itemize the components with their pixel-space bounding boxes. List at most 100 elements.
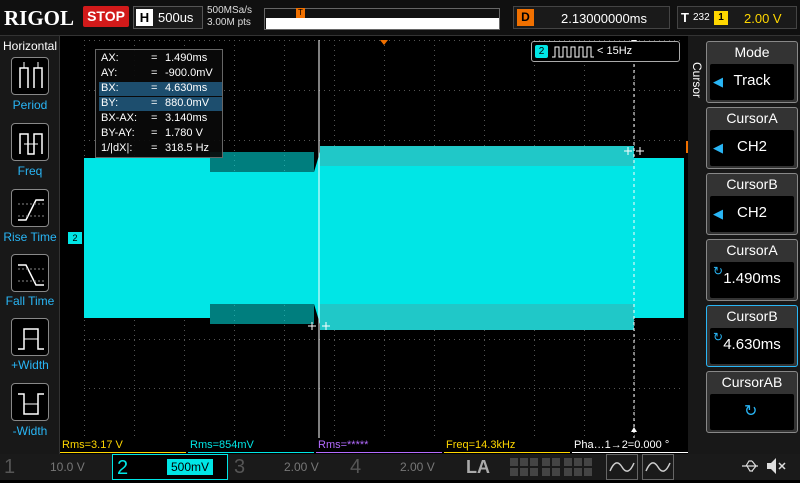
freq-button[interactable]	[11, 123, 49, 161]
knob-icon: ↻	[744, 403, 758, 420]
period-icon	[19, 62, 43, 88]
mode-button[interactable]: Mode ◀ Track	[706, 41, 798, 103]
pos-width-button[interactable]	[11, 318, 49, 356]
cursor-ab-button[interactable]: CursorAB ↻	[706, 371, 798, 433]
usb-glyph	[742, 460, 758, 472]
cursor-a-source-box: ◀ CH2	[710, 130, 794, 166]
panel-title: Horizontal	[2, 39, 58, 53]
sample-rate: 500MSa/s	[207, 5, 253, 16]
cursor-b-source-title: CursorB	[726, 176, 778, 192]
cursor-ab-box: ↻	[710, 394, 794, 430]
counter-channel-badge: 2	[535, 45, 548, 58]
mode-value-box: ◀ Track	[710, 64, 794, 100]
cursor-a-position-value: 1.490ms	[723, 270, 781, 287]
cursor-row-ay: AY: = -900.0mV	[101, 67, 213, 79]
cursor-b-position-button[interactable]: CursorB ↻ 4.630ms	[706, 305, 798, 367]
fall-time-button[interactable]	[11, 254, 49, 292]
trigger-time-marker	[380, 40, 388, 45]
cursor-row-dy: BY-AY: = 1.780 V	[101, 127, 203, 139]
ch2-waveform	[84, 146, 684, 330]
channel-4-scale: 2.00 V	[400, 460, 435, 474]
neg-width-icon	[18, 393, 44, 415]
channel-2-tab[interactable]: 2 500mV	[112, 454, 228, 480]
cursor-b-source-box: ◀ CH2	[710, 196, 794, 232]
freq-icon	[19, 133, 43, 155]
timebase-indicator[interactable]: H 500us	[133, 6, 203, 29]
mute-icon[interactable]	[764, 454, 788, 480]
menu-title: Cursor	[690, 62, 704, 99]
channel-4-tab[interactable]: 4 2.00 V	[346, 454, 456, 480]
mode-title: Mode	[734, 44, 770, 60]
channel-3-scale: 2.00 V	[284, 460, 319, 474]
measure-ch2-rms[interactable]: Rms=854mV	[188, 438, 314, 453]
trigger-level: 2.00 V	[744, 11, 782, 26]
trigger-indicator[interactable]: T 232 1 2.00 V	[677, 6, 797, 29]
rise-time-button[interactable]	[11, 189, 49, 227]
measurement-bar: Rms=3.17 V Rms=854mV Rms=***** Freq=14.3…	[60, 438, 688, 454]
cursor-b-position-value: 4.630ms	[723, 336, 781, 353]
timebase-value: 500us	[158, 10, 194, 25]
cursor-row-bx: BX: = 4.630ms	[99, 82, 222, 96]
trigger-type: 232	[693, 12, 710, 23]
cursor-a-position-title: CursorA	[726, 242, 778, 258]
cursor-readout: AX: = 1.490ms AY: = -900.0mV BX: = 4.630ms BY:…	[95, 49, 223, 158]
sine-wave-icon	[609, 462, 635, 472]
la-label: LA	[466, 457, 490, 477]
period-button[interactable]	[11, 57, 49, 95]
channel-1-tab[interactable]: 1 10.0 V	[0, 454, 110, 480]
cursor-a-position-button[interactable]: CursorA ↻ 1.490ms	[706, 239, 798, 301]
neg-width-button[interactable]	[11, 383, 49, 421]
pos-width-icon	[18, 328, 44, 350]
run-stop-button[interactable]: STOP	[83, 6, 129, 27]
channel-3-tab[interactable]: 3 2.00 V	[230, 454, 340, 480]
cursor-a-source-title: CursorA	[726, 110, 778, 126]
ch2-offset-marker[interactable]: 2	[68, 232, 82, 244]
sine-wave-icon	[645, 462, 671, 472]
source-2-button[interactable]	[642, 454, 674, 480]
freq-label: Freq	[17, 164, 43, 178]
measure-frequency[interactable]: Freq=14.3kHz	[444, 438, 570, 453]
la-tab[interactable]: LA	[462, 454, 502, 480]
cursor-a-source-value: CH2	[736, 138, 767, 155]
cursor-row-inv-dx: 1/|dX|: = 318.5 Hz	[101, 142, 210, 154]
counter-value: < 15Hz	[597, 45, 633, 57]
channel-2-scale: 500mV	[167, 459, 214, 475]
memory-depth: 3.00M pts	[207, 17, 251, 28]
d-label: D	[517, 9, 534, 26]
cursor-b-source-button[interactable]: CursorB ◀ CH2	[706, 173, 798, 235]
rise-time-label: Rise Time	[3, 230, 57, 244]
cursor-row-dx: BX-AX: = 3.140ms	[101, 112, 208, 124]
digital-channels-indicator	[508, 454, 602, 480]
timeline-window	[266, 18, 499, 29]
rise-time-icon	[18, 199, 44, 221]
pulse-icon	[552, 46, 594, 58]
usb-icon	[740, 454, 760, 480]
cursor-b-position-title: CursorB	[726, 308, 778, 324]
fall-time-label: Fall Time	[5, 294, 55, 308]
cursor-b-source-value: CH2	[736, 204, 767, 221]
measure-phase[interactable]: Pha…1→2=0.000 °	[572, 438, 688, 453]
cursor-a-source-button[interactable]: CursorA ◀ CH2	[706, 107, 798, 169]
brand-logo: RIGOL	[4, 6, 75, 30]
cursor-ab-title: CursorAB	[721, 374, 783, 390]
channel-4-number: 4	[350, 456, 362, 478]
source-1-button[interactable]	[606, 454, 638, 480]
delay-value: 2.13000000ms	[561, 11, 648, 26]
cursor-a-position-box: ↻ 1.490ms	[710, 262, 794, 298]
measure-ch1-rms[interactable]: Rms=3.17 V	[60, 438, 186, 453]
delay-indicator[interactable]: D 2.13000000ms	[513, 6, 670, 29]
digital-bits-icon	[510, 458, 592, 476]
pos-width-label: +Width	[11, 358, 49, 372]
cursor-row-by: BY: = 880.0mV	[99, 97, 222, 111]
h-label: H	[136, 9, 153, 26]
acquisition-info: 500MSa/s 3.00M pts	[207, 5, 252, 29]
trigger-position-marker: T	[296, 8, 305, 18]
fall-time-icon	[18, 264, 44, 286]
measure-ch3-rms[interactable]: Rms=*****	[316, 438, 442, 453]
channel-2-number: 2	[117, 457, 129, 479]
mode-value: Track	[733, 72, 771, 89]
trigger-channel-badge: 1	[714, 11, 728, 25]
neg-width-label: -Width	[12, 424, 48, 438]
cursor-b-position-box: ↻ 4.630ms	[710, 328, 794, 364]
frequency-counter[interactable]: 2 < 15Hz	[531, 41, 680, 62]
